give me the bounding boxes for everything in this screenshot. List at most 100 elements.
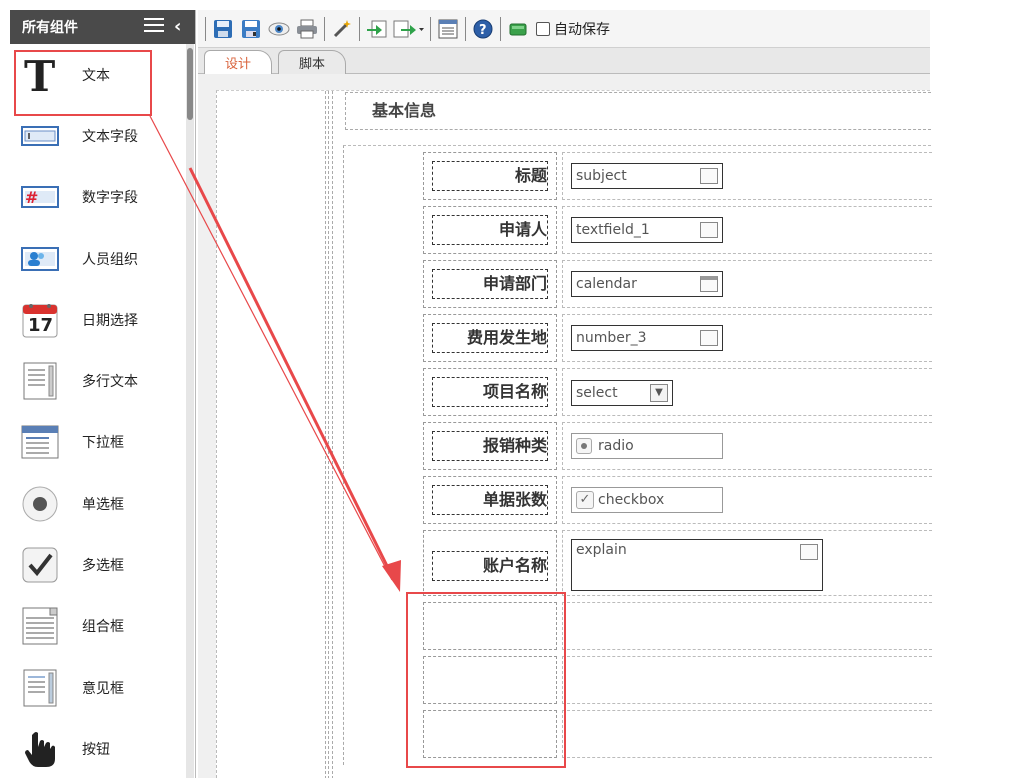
component-item-combobox[interactable]: 组合框 (10, 596, 195, 657)
form-label[interactable]: 申请部门 (432, 269, 548, 299)
checkbox-field[interactable]: ✓ checkbox (571, 487, 723, 513)
magic-wand-icon[interactable] (328, 15, 356, 43)
component-item-checkbox[interactable]: 多选框 (10, 534, 195, 595)
form-label[interactable]: 标题 (432, 161, 548, 191)
component-item-date-picker[interactable]: 17 日期选择 (10, 289, 195, 350)
subject-field[interactable]: subject (571, 163, 723, 189)
form-page: 基本信息 标题 subject 申请人 textfield_1 申请部门 cal… (216, 90, 932, 778)
calendar-field[interactable]: calendar (571, 271, 723, 297)
field-name: calendar (576, 276, 637, 292)
component-item-button[interactable]: 按钮 (10, 718, 195, 778)
toolbar-separator (205, 16, 206, 41)
checkbox-icon (20, 545, 60, 585)
text-T-icon: T (20, 55, 60, 95)
radio-icon (576, 438, 592, 454)
guide-line (325, 91, 326, 778)
autosave-label: 自动保存 (554, 21, 610, 38)
form-value-cell[interactable]: calendar (562, 260, 932, 308)
form-label[interactable]: 单据张数 (432, 485, 548, 515)
form-label-cell[interactable]: 申请部门 (423, 260, 557, 308)
form-value-cell[interactable]: subject (562, 152, 932, 200)
tab-design[interactable]: 设计 (204, 50, 273, 74)
component-item-number-field[interactable]: # 数字字段 (10, 167, 195, 228)
component-list: T 文本 文本字段 # 数字字段 人员组织 17 日期选择 多行文本 下拉框 单… (10, 44, 195, 778)
export-dropdown-icon[interactable] (391, 15, 427, 43)
chevron-left-icon[interactable]: ‹ (174, 16, 181, 37)
component-green-icon[interactable] (504, 15, 532, 43)
component-item-dropdown[interactable]: 下拉框 (10, 412, 195, 473)
save-as-icon[interactable] (237, 15, 265, 43)
combobox-icon (20, 606, 60, 646)
preview-eye-icon[interactable] (265, 15, 293, 43)
component-item-textfield[interactable]: 文本字段 (10, 105, 195, 166)
empty-label-cell[interactable] (423, 656, 557, 704)
tab-script[interactable]: 脚本 (278, 50, 347, 74)
number-3-field[interactable]: number_3 (571, 325, 723, 351)
form-label-cell[interactable]: 费用发生地 (423, 314, 557, 362)
calendar-field-icon (700, 276, 718, 292)
form-label[interactable]: 账户名称 (432, 551, 548, 581)
form-label-cell[interactable]: 单据张数 (423, 476, 557, 524)
print-icon[interactable] (293, 15, 321, 43)
component-item-radio[interactable]: 单选框 (10, 473, 195, 534)
explain-field[interactable]: explain (571, 539, 823, 591)
form-value-cell[interactable]: explain (562, 530, 932, 596)
empty-label-cell[interactable] (423, 602, 557, 650)
design-canvas: 基本信息 标题 subject 申请人 textfield_1 申请部门 cal… (198, 74, 932, 778)
menu-icon[interactable] (144, 18, 164, 34)
form-label[interactable]: 报销种类 (432, 431, 548, 461)
help-icon[interactable]: ? (469, 15, 497, 43)
radio-field[interactable]: radio (571, 433, 723, 459)
textfield-1-field[interactable]: textfield_1 (571, 217, 723, 243)
sidebar-title: 所有组件 (22, 20, 78, 36)
form-value-cell[interactable]: textfield_1 (562, 206, 932, 254)
form-label-cell[interactable]: 项目名称 (423, 368, 557, 416)
chevron-down-icon: ▼ (650, 384, 668, 402)
component-label: 多选框 (82, 558, 124, 575)
guide-line (332, 91, 333, 778)
empty-value-cell[interactable] (562, 710, 932, 758)
empty-value-cell[interactable] (562, 602, 932, 650)
editor-tabs: 设计 脚本 (198, 48, 930, 74)
component-sidebar: 所有组件 ‹ T 文本 文本字段 # 数字字段 人员组织 17 日期选择 多行文… (10, 10, 196, 778)
field-name: select (576, 385, 618, 401)
component-item-text[interactable]: T 文本 (10, 44, 195, 105)
svg-text:T: T (24, 55, 55, 95)
select-field[interactable]: select ▼ (571, 380, 673, 406)
import-icon[interactable] (363, 15, 391, 43)
field-name: radio (598, 438, 634, 454)
edit-field-icon (700, 168, 718, 184)
field-name: subject (576, 168, 627, 184)
form-grid: 标题 subject 申请人 textfield_1 申请部门 calendar… (343, 145, 932, 765)
save-icon[interactable] (209, 15, 237, 43)
form-label-cell[interactable]: 报销种类 (423, 422, 557, 470)
toolbar-separator (430, 16, 431, 41)
component-label: 文本字段 (82, 128, 138, 145)
component-item-multiline-text[interactable]: 多行文本 (10, 350, 195, 411)
form-value-cell[interactable]: radio (562, 422, 932, 470)
form-label-cell[interactable]: 标题 (423, 152, 557, 200)
autosave-checkbox[interactable]: 自动保存 (536, 19, 610, 39)
form-label[interactable]: 申请人 (432, 215, 548, 245)
form-value-cell[interactable]: ✓ checkbox (562, 476, 932, 524)
component-label: 人员组织 (82, 251, 138, 268)
component-item-person-org[interactable]: 人员组织 (10, 228, 195, 289)
radio-icon (20, 484, 60, 524)
field-name: number_3 (576, 330, 647, 346)
form-label-cell[interactable]: 申请人 (423, 206, 557, 254)
toolbar-separator (359, 16, 360, 41)
form-value-cell[interactable]: select ▼ (562, 368, 932, 416)
toolbar-separator (465, 16, 466, 41)
svg-text:?: ? (479, 23, 487, 38)
edit-field-icon (700, 222, 718, 238)
form-label[interactable]: 费用发生地 (432, 323, 548, 353)
section-title[interactable]: 基本信息 (345, 92, 931, 130)
component-item-opinion-box[interactable]: 意见框 (10, 657, 195, 718)
empty-label-cell[interactable] (423, 710, 557, 758)
form-value-cell[interactable]: number_3 (562, 314, 932, 362)
form-list-icon[interactable] (434, 15, 462, 43)
autosave-checkbox-box[interactable] (536, 21, 550, 36)
empty-value-cell[interactable] (562, 656, 932, 704)
form-label-cell[interactable]: 账户名称 (423, 530, 557, 596)
form-label[interactable]: 项目名称 (432, 377, 548, 407)
